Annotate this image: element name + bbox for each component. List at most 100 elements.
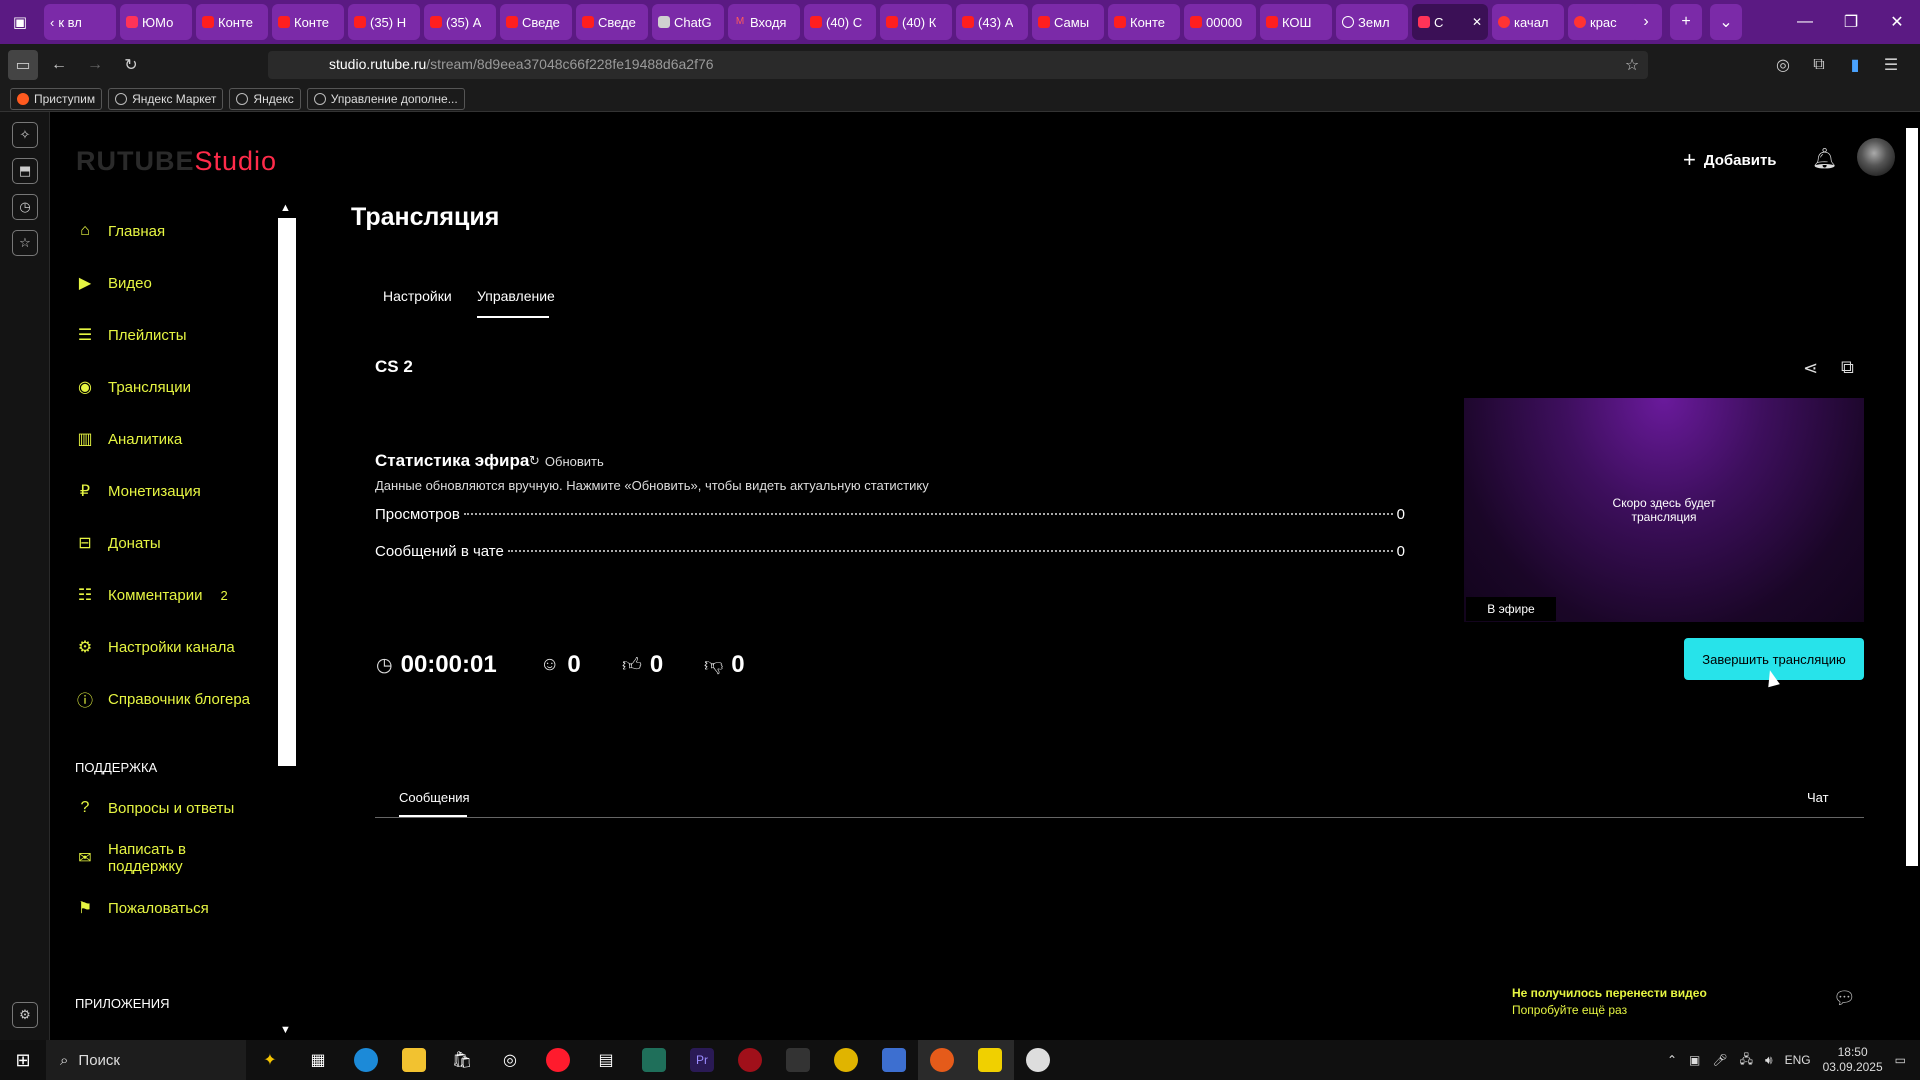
bookmark-star-icon[interactable]: ☆ [1617, 50, 1647, 80]
browser-tab[interactable]: M Входя [728, 4, 800, 40]
extension-badge-icon[interactable]: ▮ [1840, 50, 1870, 80]
store-icon[interactable]: 🛍︎ [438, 1040, 486, 1080]
page-scrollbar-thumb[interactable] [1906, 128, 1918, 866]
sidebar-item[interactable]: ? Вопросы и ответы [74, 783, 274, 833]
rutube-studio-logo[interactable]: RUTUBEStudio [76, 146, 277, 177]
browser-tab[interactable]: ChatG [652, 4, 724, 40]
sidebar-item[interactable]: ⚑ Пожаловаться [74, 883, 274, 933]
tab-sidebar-icon[interactable]: ▣ [6, 8, 34, 36]
browser-tab[interactable]: ЮМо [120, 4, 192, 40]
file-explorer-icon[interactable] [390, 1040, 438, 1080]
browser-tab[interactable]: Конте [196, 4, 268, 40]
tab-management[interactable]: Управление [477, 288, 555, 304]
network-icon[interactable]: 🖧︎ [1740, 1050, 1753, 1071]
browser-tab[interactable]: (35) Н [348, 4, 420, 40]
document-app-icon[interactable] [870, 1040, 918, 1080]
refresh-button[interactable]: ↻ Обновить [529, 453, 604, 469]
error-toast[interactable]: Не получилось перенести видео Попробуйте… [1512, 985, 1707, 1019]
browser-tab[interactable]: КОШ [1260, 4, 1332, 40]
add-button[interactable]: + Добавить [1683, 147, 1777, 173]
tab-messages[interactable]: Сообщения [399, 790, 470, 805]
minimize-icon[interactable]: — [1782, 0, 1828, 44]
url-text[interactable]: studio.rutube.ru/stream/8d9eea37048c66f2… [329, 56, 714, 72]
red-app-icon[interactable] [726, 1040, 774, 1080]
browser-tab[interactable]: качал [1492, 4, 1564, 40]
forward-icon[interactable]: → [80, 50, 110, 80]
premiere-icon[interactable]: Pr [678, 1040, 726, 1080]
sidebar-scrollbar[interactable] [278, 218, 296, 766]
back-icon[interactable]: ← [44, 50, 74, 80]
obs-icon[interactable] [1014, 1040, 1062, 1080]
close-window-icon[interactable]: ✕ [1874, 0, 1920, 44]
green-app-icon[interactable] [630, 1040, 678, 1080]
browser-tab[interactable]: (40) К [880, 4, 952, 40]
copilot-icon[interactable]: ✦ [246, 1040, 294, 1080]
sidebar-item[interactable]: ⊟ Донаты [74, 517, 274, 569]
opera-icon[interactable] [534, 1040, 582, 1080]
sidebar-item[interactable]: ⓘ Справочник блогера [74, 673, 274, 725]
browser-tab[interactable]: Конте [272, 4, 344, 40]
task-view-icon[interactable]: ▦ [294, 1040, 342, 1080]
ai-assistant-icon[interactable]: ✧ [12, 122, 38, 148]
reload-icon[interactable]: ↻ [116, 50, 146, 80]
extensions-icon[interactable]: ⧉ [1804, 50, 1834, 80]
language-indicator[interactable]: ENG [1785, 1053, 1811, 1067]
steam-icon[interactable]: ◎ [486, 1040, 534, 1080]
browser-tab[interactable]: Самы [1032, 4, 1104, 40]
sidebar-toggle-icon[interactable]: ▭ [8, 50, 38, 80]
bookmark-item[interactable]: Яндекс Маркет [108, 87, 224, 110]
back-icon[interactable]: ‹ [50, 15, 54, 30]
tray-chevron-icon[interactable]: ⌃ [1667, 1053, 1677, 1067]
microphone-icon[interactable]: 🎤︎ [1712, 1053, 1727, 1067]
windows-start-icon[interactable]: ⊞ [0, 1040, 46, 1080]
sidebar-scroll-up-icon[interactable]: ▲ [280, 202, 291, 214]
tab-settings[interactable]: Настройки [383, 288, 452, 304]
close-tab-icon[interactable]: ✕ [1472, 15, 1482, 29]
firefox-icon[interactable] [918, 1040, 966, 1080]
bookmark-item[interactable]: Яндекс [229, 87, 301, 110]
tray-app-icon[interactable]: ▣ [1689, 1053, 1700, 1067]
share-icon[interactable]: ⋖ [1803, 358, 1818, 379]
browser-settings-icon[interactable]: ⚙ [12, 1002, 38, 1028]
chat-label[interactable]: Чат [1807, 790, 1829, 805]
bookmark-item[interactable]: Приступим [10, 87, 103, 110]
browser-tab[interactable]: 00000 [1184, 4, 1256, 40]
dark-app-icon[interactable] [774, 1040, 822, 1080]
browser-tab[interactable]: С ✕ [1412, 4, 1488, 40]
page-scrollbar[interactable] [1904, 112, 1920, 1040]
clock[interactable]: 18:50 03.09.2025 [1823, 1045, 1883, 1075]
stream-preview[interactable]: Скоро здесь будет трансляция [1464, 398, 1864, 622]
browser-tab[interactable]: Конте [1108, 4, 1180, 40]
sidebar-item[interactable]: ▶ Видео [74, 257, 274, 309]
media-app-icon[interactable] [966, 1040, 1014, 1080]
notifications-bell-icon[interactable]: 🔔︎ [1812, 146, 1837, 171]
new-tab-icon[interactable]: + [1670, 4, 1702, 40]
chrome-icon[interactable] [822, 1040, 870, 1080]
browser-tab[interactable]: Земл [1336, 4, 1408, 40]
browser-tab[interactable]: Сведе [576, 4, 648, 40]
history-icon[interactable]: ◷ [12, 194, 38, 220]
bookmark-item[interactable]: Управление дополне... [306, 87, 465, 110]
tab-list-icon[interactable]: ⌄ [1710, 4, 1742, 40]
favorites-icon[interactable]: ☆ [12, 230, 38, 256]
restore-icon[interactable]: ❐ [1828, 0, 1874, 44]
edge-icon[interactable] [342, 1040, 390, 1080]
sidebar-item[interactable]: ✉ Написать в поддержку [74, 833, 274, 883]
browser-tab[interactable]: (40) С [804, 4, 876, 40]
browser-tab[interactable]: ‹ к вл [44, 4, 116, 40]
browser-tab[interactable]: Сведе [500, 4, 572, 40]
menu-icon[interactable]: ☰ [1876, 50, 1906, 80]
calculator-icon[interactable]: ▤ [582, 1040, 630, 1080]
notification-center-icon[interactable]: ▭ [1895, 1053, 1906, 1067]
scroll-tabs-right-icon[interactable]: › [1630, 4, 1662, 40]
sidebar-scroll-down-icon[interactable]: ▼ [280, 1024, 291, 1036]
sidebar-item[interactable]: ☷ Комментарии 2 [74, 569, 274, 621]
taskbar-search[interactable]: ⌕ Поиск [46, 1040, 246, 1080]
avatar[interactable] [1857, 138, 1895, 176]
sidebar-item[interactable]: ⚙ Настройки канала [74, 621, 274, 673]
save-page-icon[interactable]: ⬒ [12, 158, 38, 184]
sidebar-item[interactable]: ◉ Трансляции [74, 361, 274, 413]
toast-retry-link[interactable]: Попробуйте ещё раз [1512, 1002, 1707, 1019]
volume-icon[interactable]: 🔊︎ [1765, 1053, 1773, 1068]
sidebar-item[interactable]: ☰ Плейлисты [74, 309, 274, 361]
